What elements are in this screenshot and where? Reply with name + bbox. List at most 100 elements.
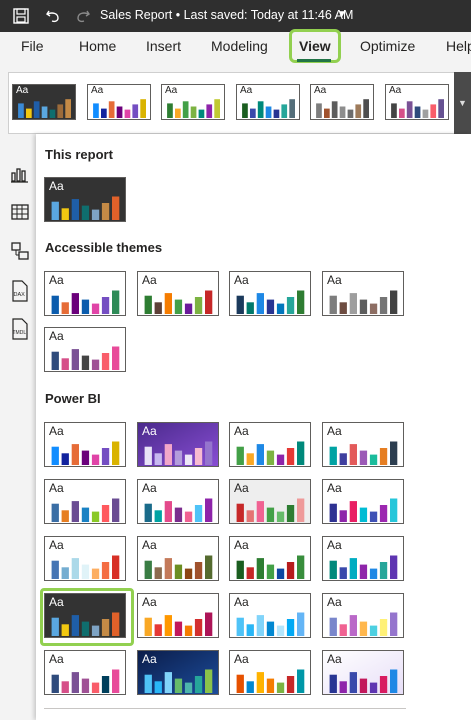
theme-swatch-bar — [266, 678, 275, 693]
theme-powerbi-20[interactable]: Aa — [322, 650, 404, 695]
theme-powerbi-8[interactable]: Aa — [322, 479, 404, 524]
theme-swatch-bar — [184, 568, 193, 579]
theme-swatch-bar — [198, 109, 205, 118]
theme-powerbi-11[interactable]: Aa — [229, 536, 311, 581]
theme-powerbi-3[interactable]: Aa — [229, 422, 311, 467]
theme-swatch-bar — [61, 681, 69, 693]
theme-powerbi-6[interactable]: Aa — [137, 479, 219, 524]
theme-swatch-bar — [112, 498, 120, 522]
theme-accessible-5[interactable]: Aa — [44, 327, 126, 372]
theme-swatch-bar — [379, 676, 388, 693]
theme-swatch-bar — [49, 109, 56, 118]
theme-swatch-bar — [359, 678, 368, 693]
theme-powerbi-9[interactable]: Aa — [44, 536, 126, 581]
theme-powerbi-12[interactable]: Aa — [322, 536, 404, 581]
theme-sample-text: Aa — [234, 481, 249, 495]
theme-swatch-bar — [57, 104, 64, 118]
theme-powerbi-10[interactable]: Aa — [137, 536, 219, 581]
theme-swatch-bar — [61, 302, 69, 314]
theme-swatch-bar — [276, 303, 285, 314]
theme-swatch-bar — [184, 682, 193, 693]
theme-swatch-bar — [246, 624, 254, 636]
theme-powerbi-7[interactable]: Aa — [229, 479, 311, 524]
theme-swatch-bar — [286, 505, 295, 522]
table-view-icon[interactable] — [10, 202, 30, 222]
theme-swatch-bar — [246, 681, 254, 693]
theme-swatch-bar — [51, 674, 59, 693]
strip-theme-5[interactable]: Aa — [310, 84, 374, 120]
theme-powerbi-4[interactable]: Aa — [322, 422, 404, 467]
theme-powerbi-2[interactable]: Aa — [137, 422, 219, 467]
theme-swatch-bar — [276, 682, 285, 693]
tab-modeling[interactable]: Modeling — [211, 32, 268, 70]
theme-swatch-bar — [174, 507, 183, 522]
theme-powerbi-14[interactable]: Aa — [137, 593, 219, 638]
theme-swatch-bar — [51, 351, 59, 370]
theme-swatch-bar — [329, 295, 337, 314]
theme-sample-text: Aa — [327, 273, 342, 287]
theme-swatch-bar — [101, 353, 110, 370]
theme-swatch-bar — [329, 503, 337, 522]
strip-theme-4[interactable]: Aa — [236, 84, 300, 120]
theme-swatch-bar — [266, 621, 275, 636]
theme-powerbi-5[interactable]: Aa — [44, 479, 126, 524]
theme-swatch-bar — [194, 562, 203, 579]
theme-swatch-bar — [236, 674, 244, 693]
theme-swatch-bar — [205, 290, 213, 314]
theme-accessible-2[interactable]: Aa — [137, 271, 219, 316]
theme-swatch-bar — [297, 498, 305, 522]
strip-theme-2[interactable]: Aa — [87, 84, 151, 120]
theme-powerbi-15[interactable]: Aa — [229, 593, 311, 638]
theme-swatch-bar — [256, 672, 264, 693]
theme-swatch-bar — [363, 99, 369, 118]
tab-insert[interactable]: Insert — [146, 32, 181, 70]
theme-swatch-bar — [112, 196, 120, 220]
strip-theme-6[interactable]: Aa — [385, 84, 449, 120]
section-title-accessible-themes: Accessible themes — [45, 240, 163, 255]
strip-theme-3[interactable]: Aa — [161, 84, 225, 120]
theme-sample-text: Aa — [240, 85, 253, 96]
theme-sample-text: Aa — [327, 595, 342, 609]
theme-powerbi-17[interactable]: Aa — [44, 650, 126, 695]
theme-swatch-bar — [369, 568, 378, 579]
theme-accessible-3[interactable]: Aa — [229, 271, 311, 316]
save-icon[interactable] — [10, 0, 32, 32]
theme-swatch-bar — [205, 669, 213, 693]
report-view-icon[interactable] — [10, 164, 30, 184]
strip-theme-1[interactable]: Aa — [12, 84, 76, 120]
title-dropdown-icon[interactable]: ▼ — [337, 9, 347, 20]
tmdl-view-icon[interactable]: TMDL — [10, 318, 30, 340]
theme-powerbi-1[interactable]: Aa — [44, 422, 126, 467]
tab-help[interactable]: Help — [446, 32, 471, 70]
theme-swatch-bar — [359, 621, 368, 636]
tab-optimize[interactable]: Optimize — [360, 32, 415, 70]
theme-accessible-4[interactable]: Aa — [322, 271, 404, 316]
theme-swatch-bar — [242, 103, 248, 118]
theme-swatch-bar — [349, 293, 357, 314]
redo-icon[interactable] — [72, 0, 94, 32]
theme-swatch-bar — [91, 682, 100, 693]
theme-swatch-bar — [297, 441, 305, 465]
theme-swatch-bar — [194, 505, 203, 522]
theme-swatch-bar — [205, 555, 213, 579]
model-view-icon[interactable] — [10, 241, 30, 261]
theme-powerbi-19[interactable]: Aa — [229, 650, 311, 695]
tab-file[interactable]: File — [21, 32, 44, 70]
tab-home[interactable]: Home — [79, 32, 116, 70]
theme-swatch-bar — [205, 612, 213, 636]
theme-sample-text: Aa — [327, 481, 342, 495]
theme-swatch-bar — [265, 106, 272, 118]
theme-powerbi-16[interactable]: Aa — [322, 593, 404, 638]
undo-icon[interactable] — [42, 0, 64, 32]
theme-accessible-1[interactable]: Aa — [44, 271, 126, 316]
theme-swatch-bar — [174, 678, 183, 693]
theme-this-report-1[interactable]: Aa — [44, 177, 126, 222]
strip-scroll-down-icon[interactable]: ▼ — [454, 72, 471, 134]
theme-powerbi-18[interactable]: Aa — [137, 650, 219, 695]
theme-swatch-bar — [276, 568, 285, 579]
theme-swatch-bar — [256, 558, 264, 579]
theme-swatch-bar — [51, 560, 59, 579]
document-title[interactable]: Sales Report • Last saved: Today at 11:4… — [100, 8, 353, 22]
theme-swatch-bar — [297, 669, 305, 693]
dax-query-view-icon[interactable]: DAX — [10, 280, 30, 302]
